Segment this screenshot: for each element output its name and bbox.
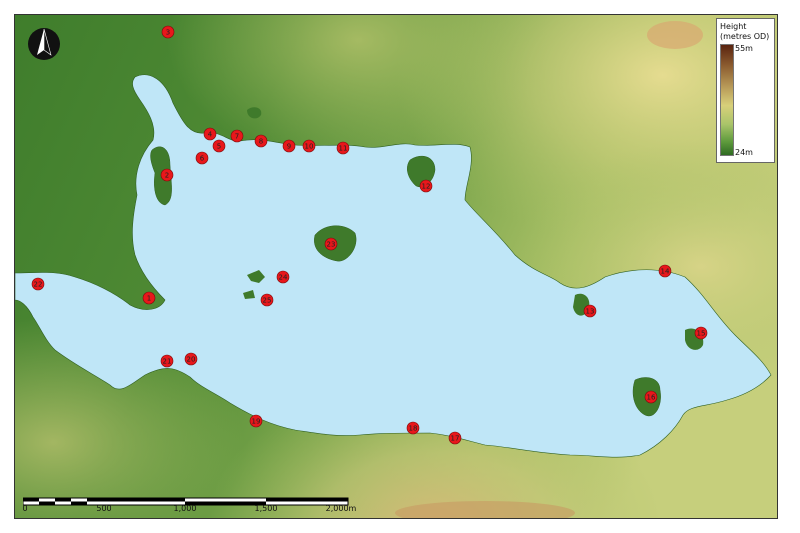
site-label-7: 7 <box>235 133 239 141</box>
site-label-14: 14 <box>661 268 670 276</box>
site-label-17: 17 <box>451 435 460 443</box>
site-label-22: 22 <box>34 281 43 289</box>
legend-color-ramp <box>720 44 734 156</box>
site-label-21: 21 <box>163 358 172 366</box>
site-label-16: 16 <box>647 394 656 402</box>
site-label-20: 20 <box>187 356 196 364</box>
site-label-25: 25 <box>263 297 272 305</box>
legend-title: Height (metres OD) <box>720 22 769 42</box>
site-label-15: 15 <box>697 330 706 338</box>
site-label-1: 1 <box>147 295 151 303</box>
north-arrow-icon <box>28 28 60 60</box>
scale-label-0: 0 <box>22 504 28 513</box>
terrain-peak-ne <box>647 21 703 49</box>
site-label-18: 18 <box>409 425 418 433</box>
site-label-8: 8 <box>259 138 263 146</box>
scale-bar: 0 500 1,000 1,500 2,000m <box>22 493 356 513</box>
scale-label-500: 500 <box>96 504 112 513</box>
site-label-11: 11 <box>339 145 348 153</box>
site-label-6: 6 <box>200 155 205 163</box>
site-label-2: 2 <box>165 172 169 180</box>
legend: Height (metres OD) 55m 24m <box>716 18 775 163</box>
scale-label-1000: 1,000 <box>173 504 197 513</box>
site-label-4: 4 <box>208 131 213 139</box>
site-label-12: 12 <box>422 183 431 191</box>
site-label-5: 5 <box>217 143 221 151</box>
site-label-24: 24 <box>279 274 288 282</box>
site-label-9: 9 <box>287 143 291 151</box>
legend-title-line2: (metres OD) <box>720 32 770 41</box>
legend-min-label: 24m <box>735 148 753 157</box>
map-frame: 1 2 3 4 5 6 7 8 9 10 11 12 13 14 15 16 17 18 19 20 21 22 23 24 2… <box>14 14 778 519</box>
terrain-map: 123456789 10 11121314151617181920212223242… <box>15 15 777 518</box>
legend-title-line1: Height <box>720 22 747 31</box>
scale-label-1500: 1,500 <box>254 504 278 513</box>
site-label-23: 23 <box>327 241 336 249</box>
site-label-13: 13 <box>586 308 595 316</box>
site-label-10: 10 <box>305 143 314 151</box>
scale-label-2000: 2,000m <box>325 504 357 513</box>
site-label-19: 19 <box>252 418 261 426</box>
legend-max-label: 55m <box>735 44 753 53</box>
site-label-3: 3 <box>166 29 170 37</box>
